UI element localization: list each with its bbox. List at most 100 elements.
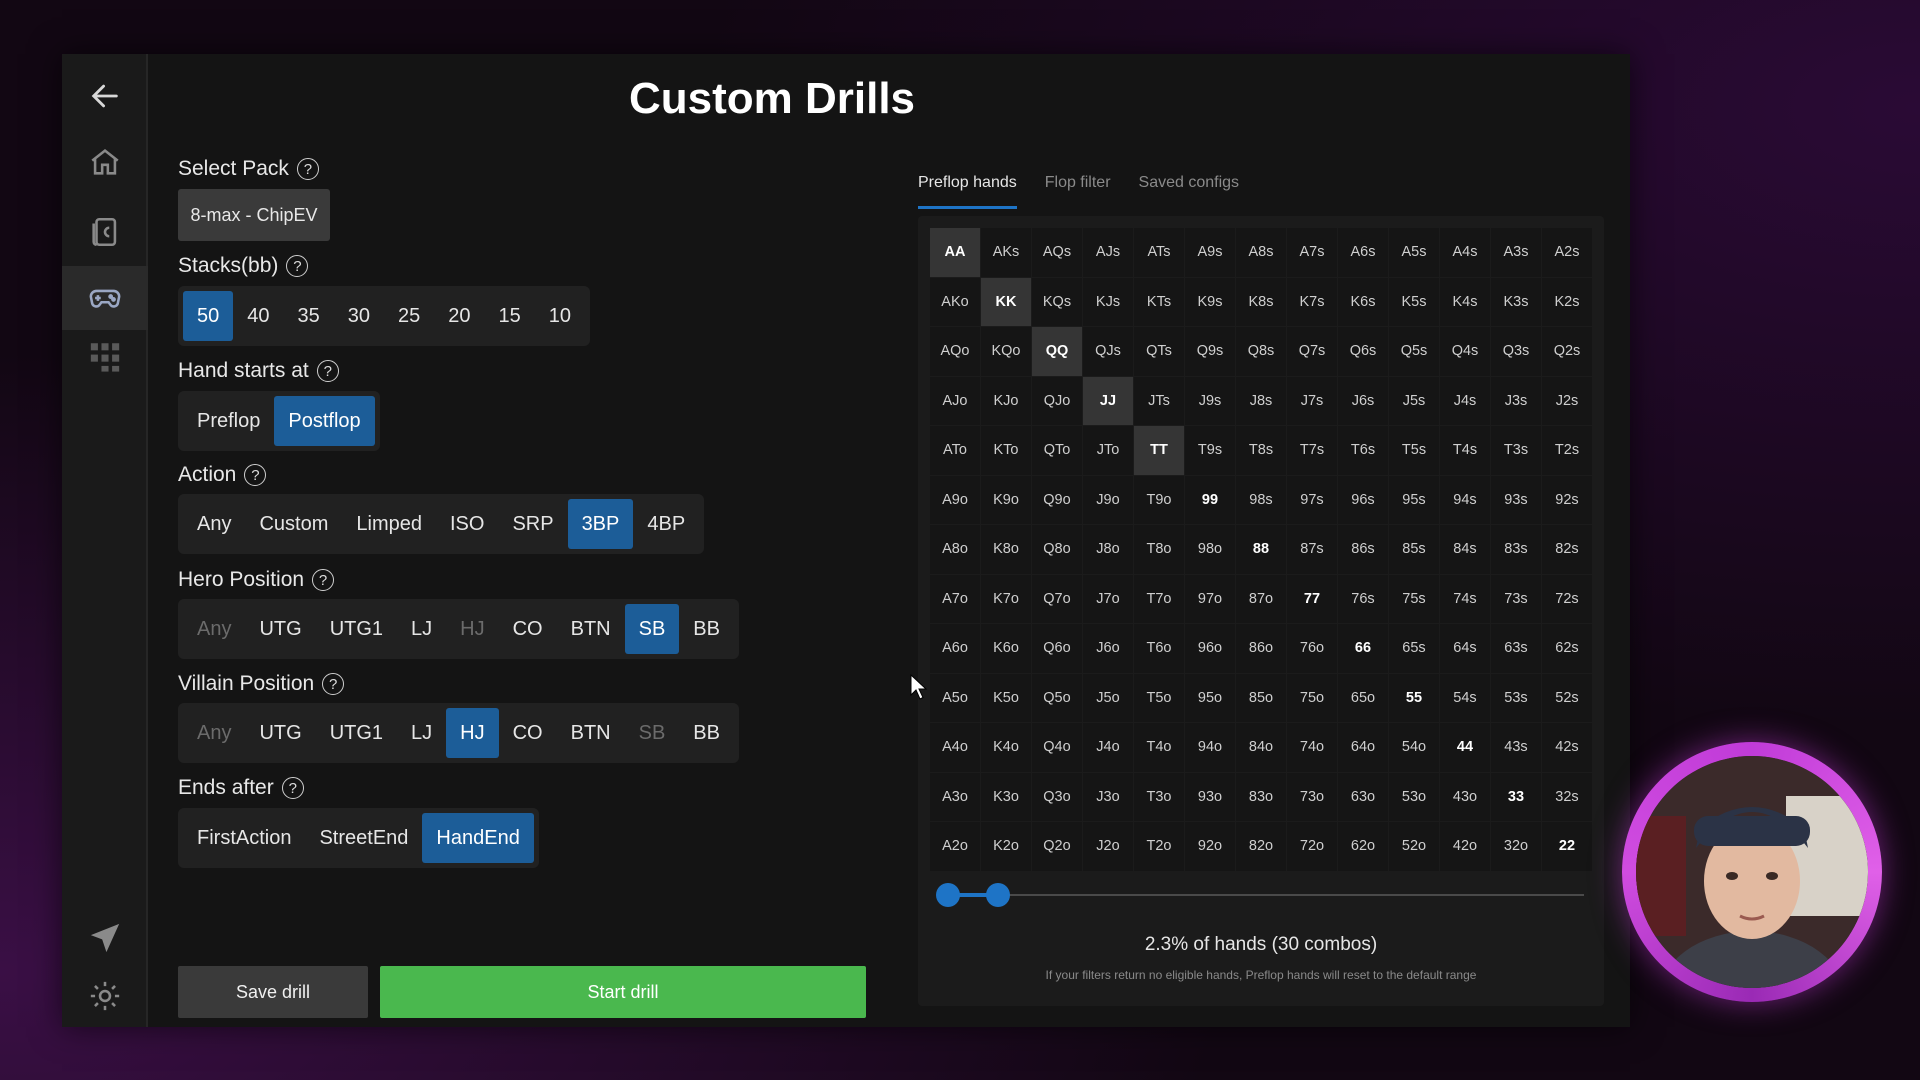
- hero-option-utg1[interactable]: UTG1: [316, 604, 397, 654]
- hand-cell[interactable]: JJ: [1083, 376, 1133, 425]
- hand-cell[interactable]: J8s: [1236, 376, 1286, 425]
- hero-option-sb[interactable]: SB: [624, 604, 680, 654]
- hand-cell[interactable]: K9o: [981, 475, 1031, 524]
- hand-cell[interactable]: Q8s: [1236, 327, 1286, 376]
- hand-cell[interactable]: K2s: [1542, 277, 1592, 326]
- hand-cell[interactable]: AJo: [930, 376, 980, 425]
- hand-cell[interactable]: K3s: [1491, 277, 1541, 326]
- settings-button[interactable]: [62, 964, 148, 1028]
- villain-option-any[interactable]: Any: [183, 708, 245, 758]
- hand-cell[interactable]: J3s: [1491, 376, 1541, 425]
- hand-cell[interactable]: Q3s: [1491, 327, 1541, 376]
- hand-cell[interactable]: K4o: [981, 723, 1031, 772]
- hand-cell[interactable]: A2s: [1542, 228, 1592, 277]
- hand-cell[interactable]: 86s: [1338, 525, 1388, 574]
- hand-cell[interactable]: 93o: [1185, 772, 1235, 821]
- hand-cell[interactable]: KJo: [981, 376, 1031, 425]
- hand-cell[interactable]: 77: [1287, 574, 1337, 623]
- start-drill-button[interactable]: Start drill: [380, 966, 866, 1018]
- hand-cell[interactable]: 65s: [1389, 624, 1439, 673]
- hand-cell[interactable]: K6s: [1338, 277, 1388, 326]
- hand-cell[interactable]: Q9s: [1185, 327, 1235, 376]
- hand-cell[interactable]: JTs: [1134, 376, 1184, 425]
- hand-cell[interactable]: 76o: [1287, 624, 1337, 673]
- hand-cell[interactable]: Q2s: [1542, 327, 1592, 376]
- stack-option-20[interactable]: 20: [434, 291, 484, 341]
- hand-cell[interactable]: 94s: [1440, 475, 1490, 524]
- action-option-3bp[interactable]: 3BP: [567, 499, 634, 549]
- hand-cell[interactable]: 74o: [1287, 723, 1337, 772]
- hand-cell[interactable]: AQs: [1032, 228, 1082, 277]
- action-option-4bp[interactable]: 4BP: [633, 499, 699, 549]
- hand-cell[interactable]: J2o: [1083, 822, 1133, 871]
- hand-cell[interactable]: ATs: [1134, 228, 1184, 277]
- hand-cell[interactable]: 52o: [1389, 822, 1439, 871]
- hand-cell[interactable]: JTo: [1083, 426, 1133, 475]
- hand-cell[interactable]: 84s: [1440, 525, 1490, 574]
- hand-cell[interactable]: 92o: [1185, 822, 1235, 871]
- hand-cell[interactable]: Q4s: [1440, 327, 1490, 376]
- hero-option-btn[interactable]: BTN: [557, 604, 625, 654]
- hand-cell[interactable]: 53s: [1491, 673, 1541, 722]
- hand-cell[interactable]: J6o: [1083, 624, 1133, 673]
- hand-cell[interactable]: 33: [1491, 772, 1541, 821]
- hand-cell[interactable]: J4o: [1083, 723, 1133, 772]
- hand-cell[interactable]: 64s: [1440, 624, 1490, 673]
- hand-cell[interactable]: J9s: [1185, 376, 1235, 425]
- villain-option-lj[interactable]: LJ: [397, 708, 446, 758]
- hand-cell[interactable]: A4o: [930, 723, 980, 772]
- hand-cell[interactable]: A9o: [930, 475, 980, 524]
- action-option-srp[interactable]: SRP: [498, 499, 567, 549]
- villain-option-hj[interactable]: HJ: [446, 708, 499, 758]
- hand-cell[interactable]: A7o: [930, 574, 980, 623]
- hand-cell[interactable]: KJs: [1083, 277, 1133, 326]
- action-option-iso[interactable]: ISO: [436, 499, 498, 549]
- hand-cell[interactable]: 87o: [1236, 574, 1286, 623]
- range-slider-min-handle[interactable]: [936, 883, 960, 907]
- hand-cell[interactable]: J9o: [1083, 475, 1133, 524]
- apps-button[interactable]: [62, 324, 148, 388]
- stack-option-35[interactable]: 35: [284, 291, 334, 341]
- hand-cell[interactable]: 44: [1440, 723, 1490, 772]
- home-button[interactable]: [62, 130, 148, 194]
- hand-cell[interactable]: QTs: [1134, 327, 1184, 376]
- hand-cell[interactable]: Q5s: [1389, 327, 1439, 376]
- hand-cell[interactable]: 83o: [1236, 772, 1286, 821]
- hand-cell[interactable]: Q7s: [1287, 327, 1337, 376]
- hand-cell[interactable]: AKo: [930, 277, 980, 326]
- hand-cell[interactable]: 94o: [1185, 723, 1235, 772]
- hand-cell[interactable]: Q5o: [1032, 673, 1082, 722]
- action-option-any[interactable]: Any: [183, 499, 245, 549]
- hand-cell[interactable]: K8s: [1236, 277, 1286, 326]
- hand-cell[interactable]: A5o: [930, 673, 980, 722]
- hand-cell[interactable]: T8s: [1236, 426, 1286, 475]
- hand-cell[interactable]: 32s: [1542, 772, 1592, 821]
- hand-cell[interactable]: 42s: [1542, 723, 1592, 772]
- hand-cell[interactable]: 85o: [1236, 673, 1286, 722]
- hand-cell[interactable]: Q4o: [1032, 723, 1082, 772]
- hand-cell[interactable]: K8o: [981, 525, 1031, 574]
- hand-cell[interactable]: Q2o: [1032, 822, 1082, 871]
- hand-cell[interactable]: T4s: [1440, 426, 1490, 475]
- hand-cell[interactable]: Q8o: [1032, 525, 1082, 574]
- stack-option-15[interactable]: 15: [485, 291, 535, 341]
- hand-cell[interactable]: T4o: [1134, 723, 1184, 772]
- hand-cell[interactable]: 32o: [1491, 822, 1541, 871]
- help-icon[interactable]: ?: [316, 360, 339, 382]
- hand-cell[interactable]: T9s: [1185, 426, 1235, 475]
- hand-cell[interactable]: 66: [1338, 624, 1388, 673]
- hand-cell[interactable]: K5s: [1389, 277, 1439, 326]
- hand-cell[interactable]: 74s: [1440, 574, 1490, 623]
- hand-cell[interactable]: 22: [1542, 822, 1592, 871]
- hand-cell[interactable]: 84o: [1236, 723, 1286, 772]
- hand-cell[interactable]: 96o: [1185, 624, 1235, 673]
- stack-option-10[interactable]: 10: [535, 291, 585, 341]
- hero-option-lj[interactable]: LJ: [397, 604, 446, 654]
- hand-cell[interactable]: K4s: [1440, 277, 1490, 326]
- hand-cell[interactable]: 95s: [1389, 475, 1439, 524]
- hand-cell[interactable]: 54o: [1389, 723, 1439, 772]
- ends-after-option-firstaction[interactable]: FirstAction: [183, 813, 305, 863]
- pack-select[interactable]: 8-max - ChipEV: [178, 189, 330, 241]
- help-icon[interactable]: ?: [281, 777, 304, 799]
- hand-cell[interactable]: AJs: [1083, 228, 1133, 277]
